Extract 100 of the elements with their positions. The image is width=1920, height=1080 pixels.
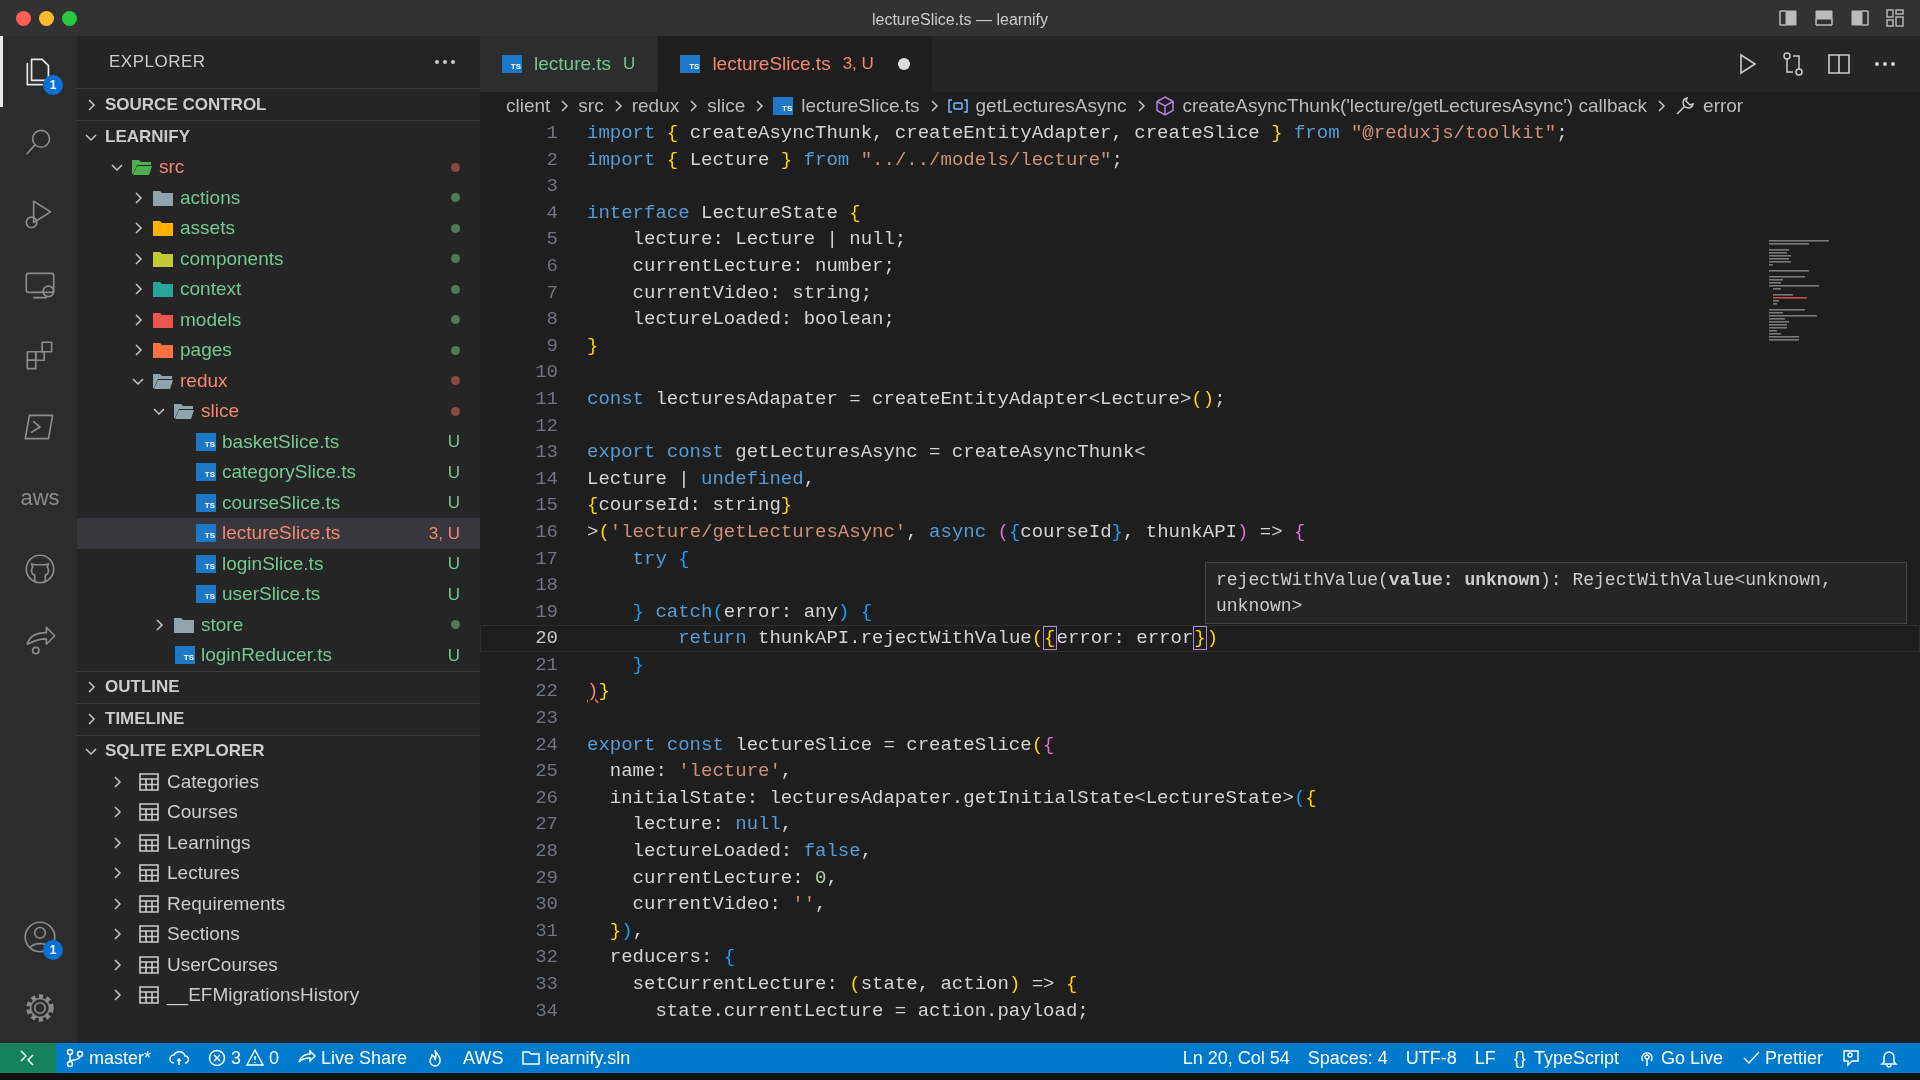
status-bar-item[interactable]: LF bbox=[1465, 1043, 1505, 1073]
git-status: 3, U bbox=[428, 522, 460, 545]
status-bar-item[interactable]: {} TypeScript bbox=[1504, 1043, 1628, 1073]
more-actions-icon[interactable] bbox=[1874, 61, 1896, 67]
tree-item[interactable]: Requirements bbox=[77, 888, 480, 919]
layout-toggle-icon[interactable] bbox=[1778, 9, 1798, 27]
section-header[interactable]: LEARNIFY bbox=[77, 120, 480, 152]
status-bar-item[interactable]: 3 0 bbox=[198, 1043, 289, 1073]
status-bar-item[interactable]: learnify.sln bbox=[512, 1043, 640, 1073]
line-number: 28 bbox=[534, 839, 558, 865]
status-bar-item[interactable]: master* bbox=[56, 1043, 160, 1073]
tree-item[interactable]: assets bbox=[77, 213, 480, 244]
tree-item[interactable]: TS courseSlice.ts U bbox=[77, 487, 480, 518]
section-header[interactable]: OUTLINE bbox=[77, 670, 480, 703]
chevron-icon bbox=[132, 313, 144, 326]
breadcrumb-item[interactable]: getLecturesAsync bbox=[975, 91, 1127, 121]
maximize-window-button[interactable] bbox=[62, 10, 77, 26]
more-actions-icon[interactable] bbox=[434, 59, 456, 65]
tree-item[interactable]: __EFMigrationsHistory bbox=[77, 980, 480, 1011]
tree-item[interactable]: UserCourses bbox=[77, 949, 480, 980]
status-bar-item[interactable] bbox=[0, 1043, 56, 1073]
status-dot bbox=[451, 284, 460, 294]
code-line: } bbox=[587, 333, 599, 359]
compare-changes-icon[interactable] bbox=[1782, 52, 1804, 76]
status-bar-item[interactable]: Spaces: 4 bbox=[1298, 1043, 1397, 1073]
code-line: {courseId: string} bbox=[587, 493, 793, 519]
status-dot bbox=[451, 620, 460, 630]
tree-item[interactable]: src bbox=[77, 152, 480, 183]
activity-bar-item[interactable]: 1 bbox=[0, 901, 77, 972]
tree-item[interactable]: TS lectureSlice.ts 3, U bbox=[77, 518, 480, 549]
status-bar-item[interactable]: UTF-8 bbox=[1396, 1043, 1466, 1073]
editor-tab[interactable]: TS lectureSlice.ts 3, U bbox=[658, 36, 933, 92]
minimize-window-button[interactable] bbox=[39, 10, 54, 26]
run-icon[interactable] bbox=[1738, 53, 1758, 75]
tree-item[interactable]: slice bbox=[77, 396, 480, 427]
tree-item[interactable]: models bbox=[77, 304, 480, 335]
tree-item[interactable]: Sections bbox=[77, 919, 480, 950]
tree-item[interactable]: Categories bbox=[77, 766, 480, 797]
tree-item[interactable]: components bbox=[77, 243, 480, 274]
line-number: 23 bbox=[534, 706, 558, 732]
tree-item[interactable]: Lectures bbox=[77, 858, 480, 889]
status-bar-item[interactable]: Live Share bbox=[288, 1043, 417, 1073]
breadcrumb-item[interactable]: slice bbox=[707, 91, 746, 121]
ts-file-icon: TS bbox=[196, 432, 216, 451]
code-line: lecture: null, bbox=[631, 812, 793, 838]
activity-bar-item[interactable]: aws bbox=[0, 462, 77, 533]
ts-file-icon: TS bbox=[502, 55, 522, 73]
tree-item[interactable]: store bbox=[77, 609, 480, 640]
customize-layout-icon[interactable] bbox=[1886, 9, 1904, 27]
code-line: export const getLecturesAsync = createAsyncThunk< bbox=[587, 440, 1146, 466]
tree-item[interactable]: TS loginSlice.ts U bbox=[77, 548, 480, 579]
breadcrumb-item[interactable]: redux bbox=[631, 91, 680, 121]
section-header[interactable]: TIMELINE bbox=[77, 702, 480, 735]
line-number: 11 bbox=[534, 386, 558, 412]
status-bar-item[interactable]: AWS bbox=[454, 1043, 513, 1073]
line-number: 18 bbox=[534, 573, 558, 599]
tree-item[interactable]: actions bbox=[77, 182, 480, 213]
section-header[interactable]: SOURCE CONTROL bbox=[77, 88, 480, 120]
code-line: initialState: lecturesAdapater.getInitialState<LectureState>({ bbox=[608, 785, 1317, 811]
code-line: currentVideo: string; bbox=[631, 280, 873, 306]
tree-item[interactable]: redux bbox=[77, 365, 480, 396]
status-bar-item[interactable]: Prettier bbox=[1731, 1043, 1832, 1073]
status-bar-item[interactable]: Ln 20, Col 54 bbox=[1173, 1043, 1299, 1073]
section-header[interactable]: SQLITE EXPLORER bbox=[77, 734, 480, 767]
tree-item[interactable]: TS userSlice.ts U bbox=[77, 579, 480, 610]
layout-toggle-icon[interactable] bbox=[1850, 9, 1870, 27]
tree-item[interactable]: TS categorySlice.ts U bbox=[77, 457, 480, 488]
error-icon bbox=[207, 1048, 227, 1068]
breadcrumb-item[interactable]: createAsyncThunk('lecture/getLecturesAsync') callback bbox=[1182, 91, 1648, 121]
close-window-button[interactable] bbox=[16, 10, 31, 26]
tree-item[interactable]: pages bbox=[77, 335, 480, 366]
editor-tab[interactable]: TS lecture.ts U bbox=[480, 36, 659, 92]
code-line: import { Lecture } from "../../models/lecture"; bbox=[587, 147, 1123, 173]
tree-item[interactable]: Courses bbox=[77, 797, 480, 828]
ts-file-icon: TS bbox=[196, 463, 216, 482]
tree-item[interactable]: Learnings bbox=[77, 827, 480, 858]
breadcrumb-item[interactable]: lectureSlice.ts bbox=[801, 91, 920, 121]
tree-item[interactable]: TS basketSlice.ts U bbox=[77, 426, 480, 457]
layout-toggle-icon[interactable] bbox=[1814, 9, 1834, 27]
line-number: 1 bbox=[545, 121, 558, 146]
count-badge: 1 bbox=[43, 940, 63, 960]
breadcrumb-item[interactable]: src bbox=[578, 91, 604, 121]
git-status: U bbox=[447, 553, 460, 575]
line-number: 33 bbox=[534, 972, 558, 997]
split-editor-icon[interactable] bbox=[1828, 54, 1850, 74]
line-number: 5 bbox=[545, 227, 558, 253]
breadcrumb-separator-icon bbox=[558, 100, 571, 112]
breadcrumb-item[interactable]: error bbox=[1703, 91, 1744, 121]
tree-item[interactable]: TS loginReducer.ts U bbox=[77, 640, 480, 671]
code-line: Lecture | undefined, bbox=[587, 466, 816, 492]
line-number: 16 bbox=[534, 519, 558, 545]
chevron-icon bbox=[132, 283, 144, 296]
breadcrumb-item[interactable]: client bbox=[506, 91, 551, 121]
tree-item[interactable]: context bbox=[77, 274, 480, 305]
folder-icon bbox=[521, 1048, 542, 1068]
code-line: lectureLoaded: boolean; bbox=[631, 307, 895, 333]
code-line: import { createAsyncThunk, createEntityAdapter, createSlice } from "@reduxjs/toolkit"; bbox=[587, 121, 1568, 146]
table-icon bbox=[139, 986, 159, 1005]
chevron-icon bbox=[111, 989, 123, 1002]
status-bar-item[interactable]: Go Live bbox=[1627, 1043, 1732, 1073]
